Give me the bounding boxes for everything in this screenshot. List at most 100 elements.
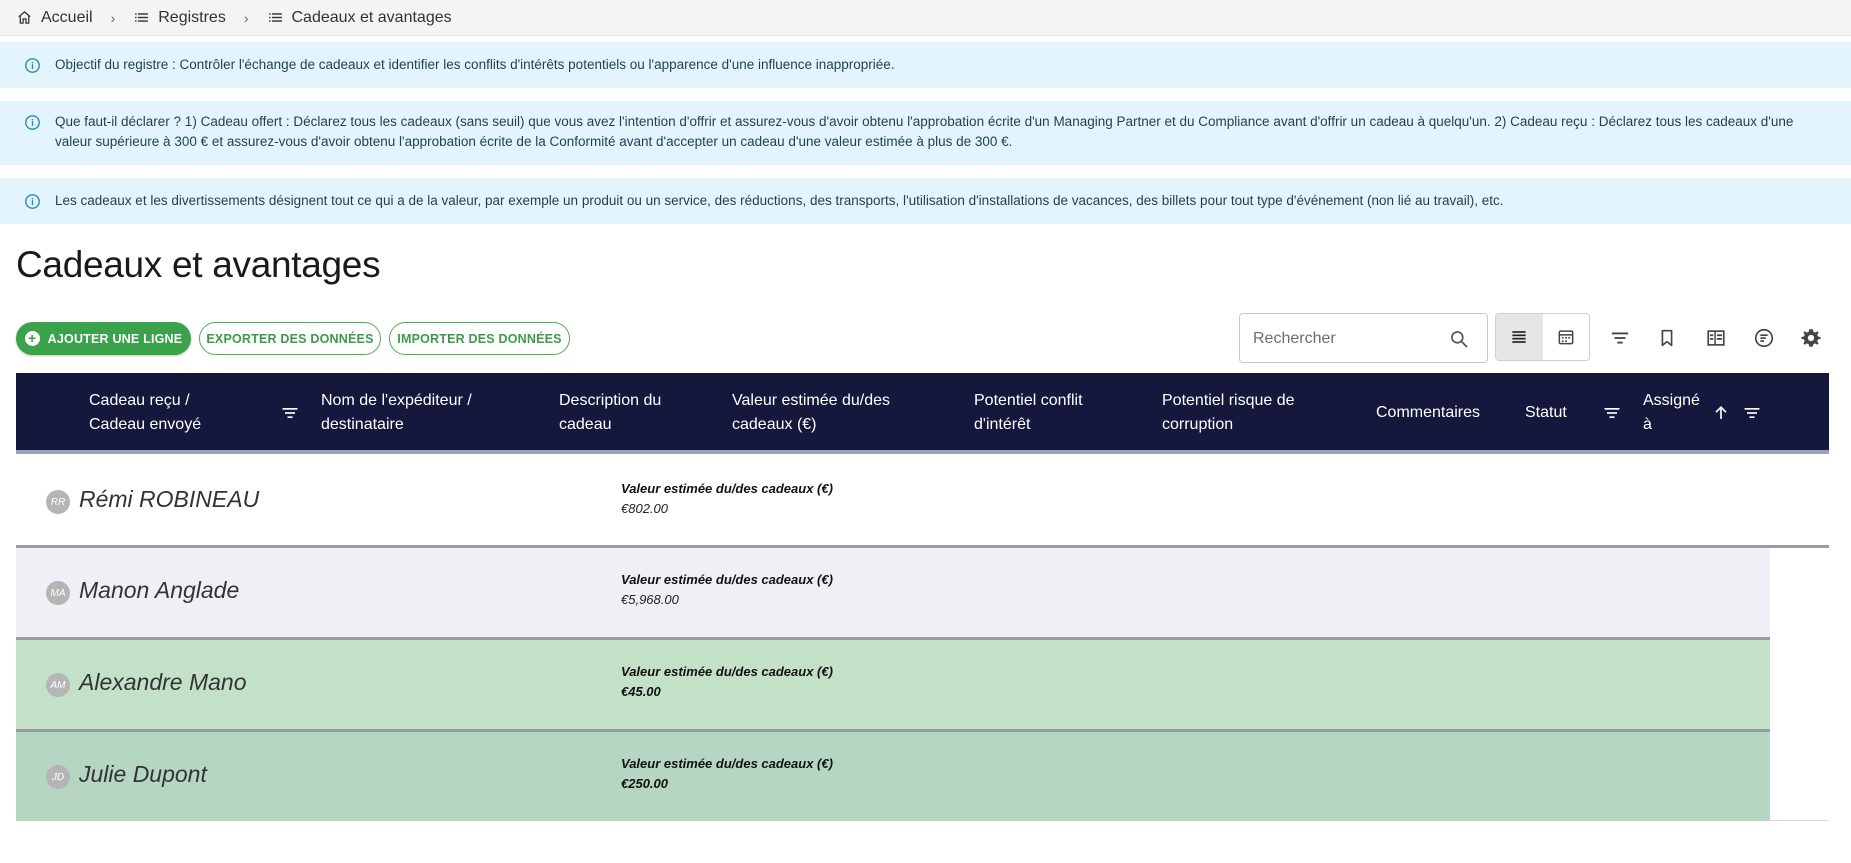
breadcrumb: Accueil › Registres › Cadeaux et avantag…	[0, 0, 1851, 36]
filter-icon	[282, 408, 298, 418]
group-name: Alexandre Mano	[79, 669, 247, 695]
column-header-line: Potentiel risque de	[1162, 392, 1295, 409]
group-row[interactable]: AM Alexandre Mano Valeur estimée du/des …	[16, 640, 1770, 732]
search-input[interactable]	[1253, 328, 1443, 350]
column-header-conflict-of-interest[interactable]: Potentiel conflit d'intérêt	[974, 389, 1083, 437]
aggregate-value: €250.00	[621, 776, 668, 791]
column-header-line: Assigné	[1643, 392, 1700, 409]
columns-icon	[1707, 330, 1725, 346]
bookmark-button[interactable]	[1655, 326, 1679, 350]
table-header: Cadeau reçu / Cadeau envoyé Nom de l'exp…	[16, 373, 1829, 454]
view-toggle	[1495, 313, 1590, 361]
column-header-comments[interactable]: Commentaires	[1376, 401, 1480, 425]
info-banner-text: Les cadeaux et les divertissements désig…	[55, 193, 1504, 208]
column-header-status[interactable]: Statut	[1525, 401, 1567, 425]
filter-icon	[1611, 332, 1629, 344]
list-view-icon	[1512, 331, 1526, 343]
calendar-view-button[interactable]	[1543, 314, 1590, 360]
group-icon	[1754, 328, 1774, 348]
info-banner-text: Objectif du registre : Contrôler l'échan…	[55, 57, 895, 72]
avatar: RR	[46, 490, 70, 514]
sort-button[interactable]	[1711, 403, 1731, 423]
columns-button[interactable]	[1704, 326, 1728, 350]
info-banner-text: Que faut-il déclarer ? 1) Cadeau offert …	[55, 114, 1794, 149]
column-header-estimated-value[interactable]: Valeur estimée du/des cadeaux (€)	[732, 389, 890, 437]
column-filter-button[interactable]	[280, 403, 300, 423]
info-banner-definition: Les cadeaux et les divertissements désig…	[0, 178, 1851, 224]
column-header-sender-recipient[interactable]: Nom de l'expéditeur / destinataire	[321, 389, 472, 437]
column-header-line: Valeur estimée du/des	[732, 392, 891, 409]
column-header-line: Commentaires	[1376, 404, 1481, 421]
table-bottom-divider	[1770, 820, 1829, 821]
column-header-line: d'intérêt	[974, 416, 1031, 433]
breadcrumb-home[interactable]: Accueil	[16, 9, 93, 27]
group-by-button[interactable]	[1752, 326, 1776, 350]
settings-button[interactable]	[1799, 326, 1823, 350]
column-header-line: Description du	[559, 392, 662, 409]
info-banner-declaration: Que faut-il déclarer ? 1) Cadeau offert …	[0, 101, 1851, 165]
aggregate-value: €5,968.00	[621, 592, 679, 607]
aggregate-label: Valeur estimée du/des cadeaux (€)	[621, 756, 833, 771]
home-icon	[18, 11, 31, 24]
breadcrumb-home-label: Accueil	[41, 8, 93, 26]
breadcrumb-current[interactable]: Cadeaux et avantages	[267, 9, 452, 27]
gear-icon	[1801, 329, 1821, 347]
page-title: Cadeaux et avantages	[16, 244, 381, 285]
column-header-line: Nom de l'expéditeur /	[321, 392, 472, 409]
group-row[interactable]: JD Julie Dupont Valeur estimée du/des ca…	[16, 732, 1770, 821]
export-data-button[interactable]: EXPORTER DES DONNÉES	[199, 322, 381, 355]
aggregate-label: Valeur estimée du/des cadeaux (€)	[621, 481, 833, 496]
column-header-line: cadeau	[559, 416, 612, 433]
search-icon[interactable]	[1449, 329, 1469, 349]
import-data-button[interactable]: IMPORTER DES DONNÉES	[389, 322, 570, 355]
column-header-corruption-risk[interactable]: Potentiel risque de corruption	[1162, 389, 1295, 437]
column-header-line: corruption	[1162, 416, 1234, 433]
info-icon	[25, 58, 40, 73]
breadcrumb-registers-label: Registres	[158, 8, 226, 26]
list-icon	[135, 13, 149, 22]
filter-button[interactable]	[1608, 326, 1632, 350]
column-header-line: Cadeau envoyé	[89, 416, 202, 433]
breadcrumb-current-label: Cadeaux et avantages	[291, 8, 452, 26]
add-row-label: AJOUTER UNE LIGNE	[47, 331, 183, 346]
avatar: MA	[46, 581, 70, 605]
column-header-line: Statut	[1525, 404, 1567, 421]
avatar: AM	[46, 673, 70, 697]
list-icon	[268, 13, 282, 22]
column-filter-button[interactable]	[1602, 403, 1622, 423]
group-name: Manon Anglade	[79, 577, 240, 603]
column-header-line: Potentiel conflit	[974, 392, 1083, 409]
group-name: Julie Dupont	[79, 761, 207, 787]
group-row[interactable]: MA Manon Anglade Valeur estimée du/des c…	[16, 548, 1770, 640]
info-banner-objective: Objectif du registre : Contrôler l'échan…	[0, 42, 1851, 88]
filter-icon	[1744, 408, 1760, 418]
add-row-button[interactable]: + AJOUTER UNE LIGNE	[16, 322, 191, 355]
column-header-gift-direction[interactable]: Cadeau reçu / Cadeau envoyé	[89, 389, 201, 437]
list-view-button[interactable]	[1496, 314, 1543, 360]
column-header-assigned-to[interactable]: Assigné à	[1643, 389, 1700, 437]
aggregate-label: Valeur estimée du/des cadeaux (€)	[621, 664, 833, 679]
info-icon	[25, 115, 40, 130]
breadcrumb-registers[interactable]: Registres	[133, 9, 226, 27]
column-filter-button[interactable]	[1742, 403, 1762, 423]
aggregate-value: €802.00	[621, 501, 668, 516]
column-header-line: à	[1643, 416, 1652, 433]
column-header-line: cadeaux (€)	[732, 416, 817, 433]
column-header-description[interactable]: Description du cadeau	[559, 389, 661, 437]
filter-icon	[1604, 408, 1620, 418]
arrow-up-icon	[1715, 405, 1727, 419]
search-box	[1239, 313, 1488, 363]
breadcrumb-separator: ›	[110, 9, 116, 26]
avatar: JD	[46, 765, 70, 789]
info-icon	[25, 194, 40, 209]
aggregate-label: Valeur estimée du/des cadeaux (€)	[621, 572, 833, 587]
breadcrumb-separator: ›	[243, 9, 249, 26]
group-name: Rémi ROBINEAU	[79, 486, 260, 512]
column-header-line: destinataire	[321, 416, 404, 433]
bookmark-icon	[1661, 329, 1673, 347]
calendar-icon	[1558, 330, 1574, 345]
group-row[interactable]: RR Rémi ROBINEAU Valeur estimée du/des c…	[16, 457, 1829, 548]
column-header-line: Cadeau reçu /	[89, 392, 190, 409]
plus-icon: +	[24, 331, 40, 346]
aggregate-value: €45.00	[621, 684, 661, 699]
